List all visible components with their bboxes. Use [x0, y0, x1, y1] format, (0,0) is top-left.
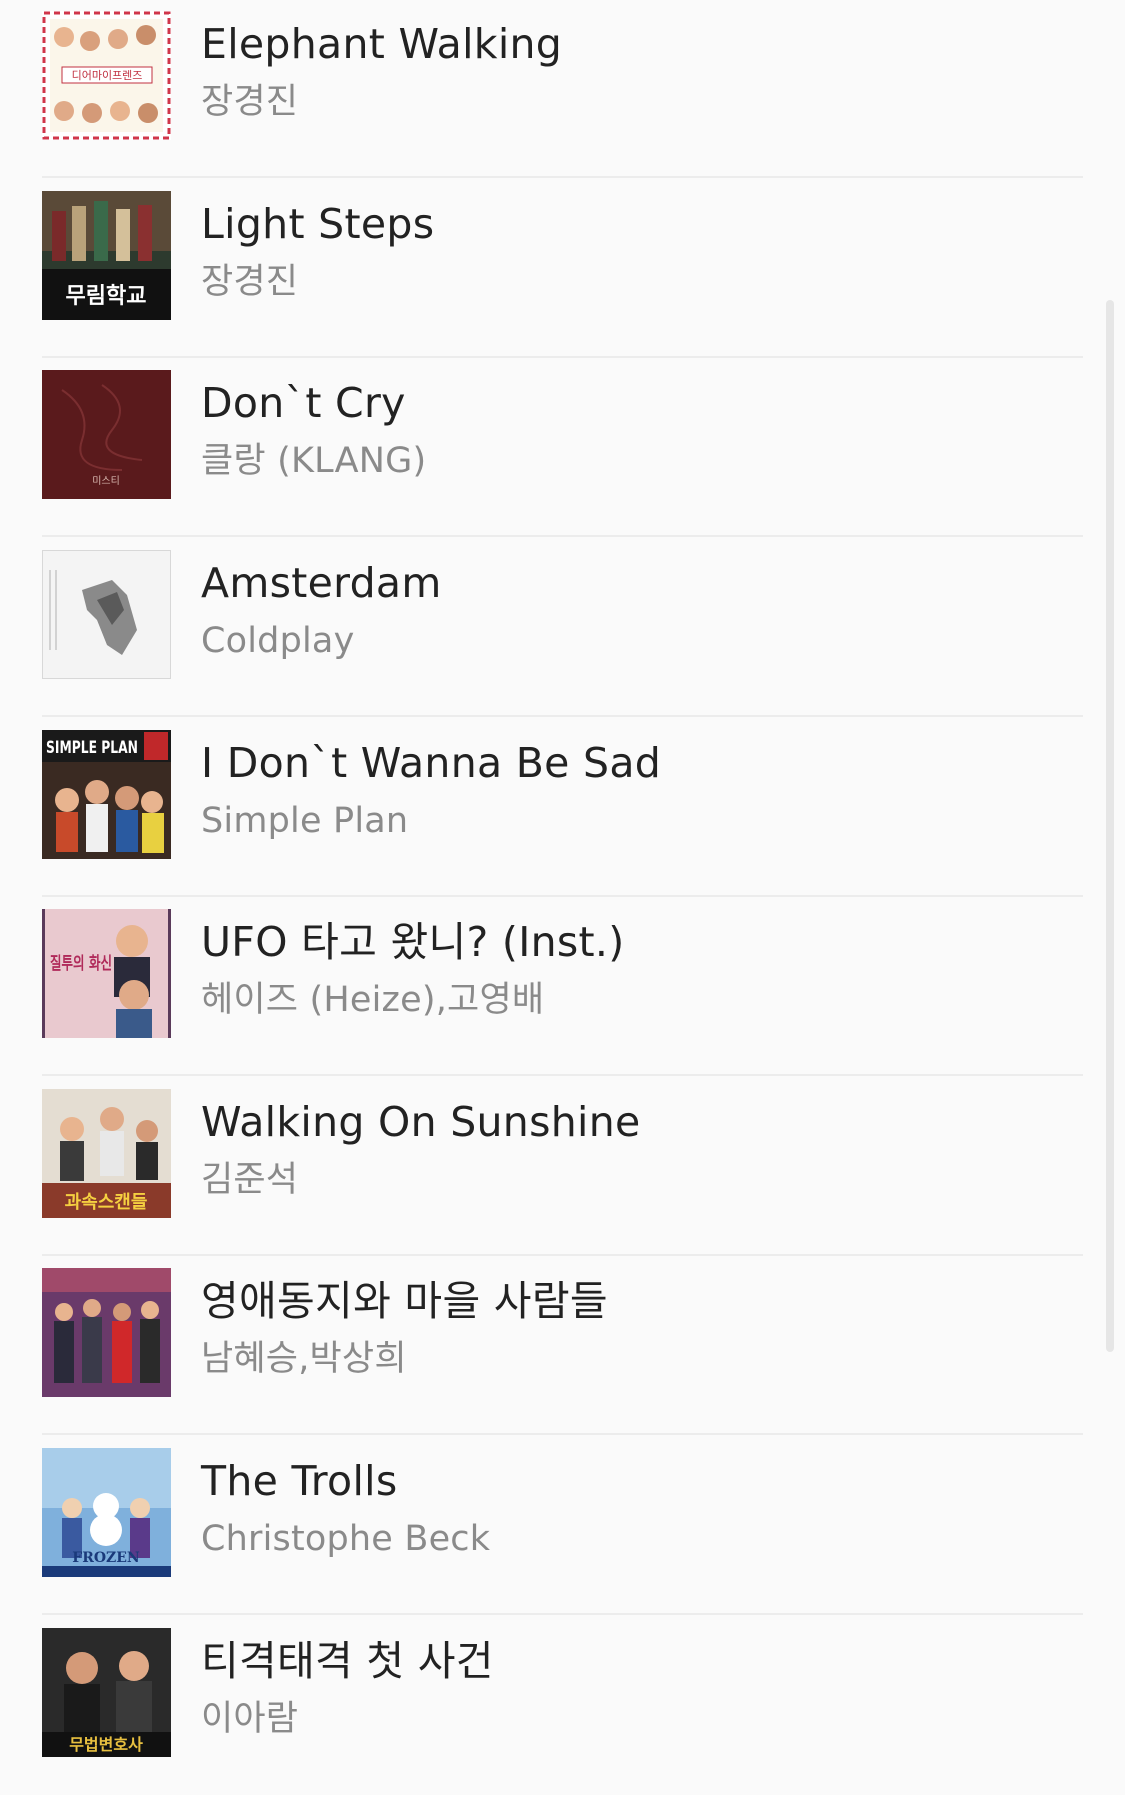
track-artist: 클랑 (KLANG): [201, 441, 427, 481]
album-cover-village-people: [42, 1268, 171, 1397]
album-cover-dear-my-friends: 디어마이프렌즈: [42, 11, 171, 140]
album-cover-coldplay: [42, 550, 171, 679]
album-cover-jealousy-incarnate: 질투의 화신: [42, 909, 171, 1038]
track-list: 디어마이프렌즈 Elephant Walking 장경진 무림학교 Light …: [0, 0, 1125, 1777]
track-row[interactable]: Amsterdam Coldplay: [42, 537, 1083, 717]
track-artist: Simple Plan: [201, 801, 409, 841]
track-title: 영애동지와 마을 사람들: [201, 1277, 608, 1325]
album-cover-mistress: 미스티: [42, 370, 171, 499]
track-artist: 장경진: [201, 82, 299, 122]
track-artist: 헤이즈 (Heize),고영배: [201, 980, 545, 1020]
album-cover-scandal: 과속스캔들: [42, 1089, 171, 1218]
album-cover-text: 과속스캔들: [65, 1192, 148, 1213]
track-title: Walking On Sunshine: [201, 1098, 641, 1146]
album-cover-text: 무법변호사: [69, 1735, 143, 1754]
track-row[interactable]: 질투의 화신 UFO 타고 왔니? (Inst.) 헤이즈 (Heize),고영…: [42, 896, 1083, 1076]
track-row[interactable]: 디어마이프렌즈 Elephant Walking 장경진: [42, 0, 1083, 178]
album-cover-murim-school: 무림학교: [42, 191, 171, 320]
track-artist: 김준석: [201, 1160, 299, 1200]
track-row[interactable]: 과속스캔들 Walking On Sunshine 김준석: [42, 1076, 1083, 1256]
track-title: Amsterdam: [201, 559, 442, 607]
track-artist: 이아람: [201, 1699, 299, 1739]
track-title: I Don`t Wanna Be Sad: [201, 739, 662, 787]
track-row[interactable]: 무법변호사 티격태격 첫 사건 이아람: [42, 1615, 1083, 1795]
track-artist: Christophe Beck: [201, 1519, 491, 1559]
track-artist: 남혜승,박상희: [201, 1339, 407, 1379]
scrollbar[interactable]: [1106, 300, 1114, 1352]
track-title: Don`t Cry: [201, 379, 406, 427]
album-cover-text: FROZEN: [72, 1550, 140, 1566]
track-title: The Trolls: [201, 1457, 398, 1505]
track-title: UFO 타고 왔니? (Inst.): [201, 918, 625, 966]
album-cover-lawless-lawyer: 무법변호사: [42, 1628, 171, 1757]
album-cover-simple-plan: SIMPLE PLAN: [42, 730, 171, 859]
track-row[interactable]: 영애동지와 마을 사람들 남혜승,박상희: [42, 1255, 1083, 1435]
album-cover-text: 미스티: [92, 475, 120, 487]
album-cover-text: 무림학교: [66, 284, 147, 309]
track-row[interactable]: FROZEN The Trolls Christophe Beck: [42, 1435, 1083, 1615]
track-title: 티격태격 첫 사건: [201, 1637, 494, 1685]
track-row[interactable]: 미스티 Don`t Cry 클랑 (KLANG): [42, 357, 1083, 537]
album-cover-text: 질투의 화신: [50, 953, 112, 974]
track-title: Elephant Walking: [201, 20, 563, 68]
track-artist: 장경진: [201, 262, 299, 302]
album-cover-text: 디어마이프렌즈: [72, 69, 143, 82]
track-artist: Coldplay: [201, 621, 355, 661]
album-cover-frozen: FROZEN: [42, 1448, 171, 1577]
track-title: Light Steps: [201, 200, 435, 248]
track-row[interactable]: 무림학교 Light Steps 장경진: [42, 178, 1083, 358]
album-cover-text: SIMPLE PLAN: [46, 738, 138, 758]
track-row[interactable]: SIMPLE PLAN I Don`t Wanna Be Sad Simple …: [42, 717, 1083, 897]
